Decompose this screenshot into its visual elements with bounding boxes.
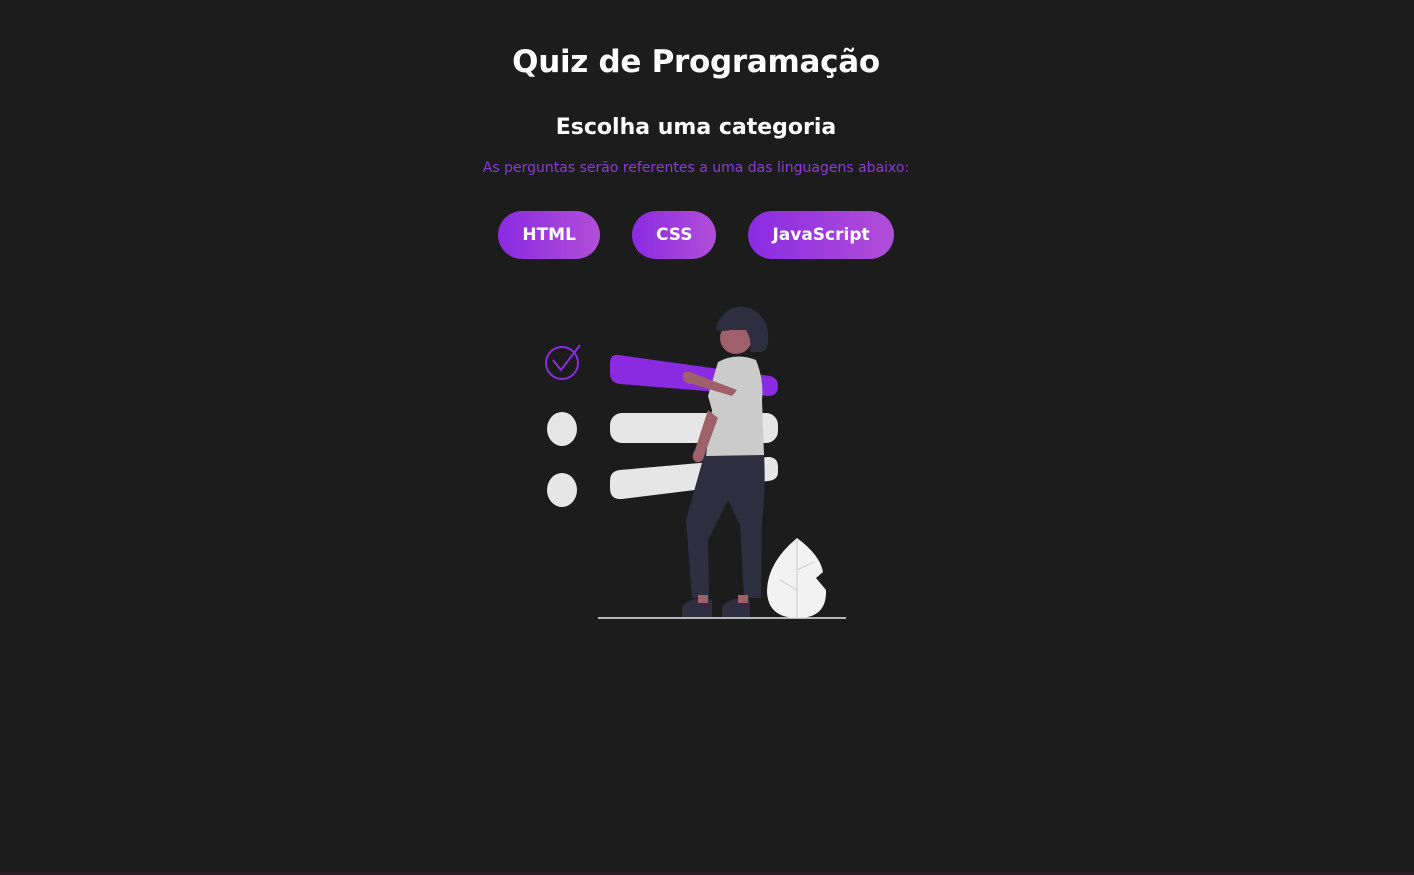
css-category-button[interactable]: CSS [631,211,717,259]
quiz-checklist-illustration [545,306,846,619]
person-figure [682,306,769,618]
category-buttons: HTML CSS JavaScript [0,211,1392,259]
html-category-button[interactable]: HTML [498,211,600,259]
bullet-circle-icon [547,473,577,507]
plant-icon [767,538,827,618]
page-subtitle: Escolha uma categoria [555,115,837,140]
page-description: As perguntas serão referentes a uma das … [482,160,910,176]
javascript-category-button[interactable]: JavaScript [748,211,894,259]
bullet-circle-icon [547,412,577,446]
page-title: Quiz de Programação [512,44,880,80]
page: Quiz de Programação Escolha uma categori… [0,0,1414,875]
check-circle-icon [545,344,581,380]
